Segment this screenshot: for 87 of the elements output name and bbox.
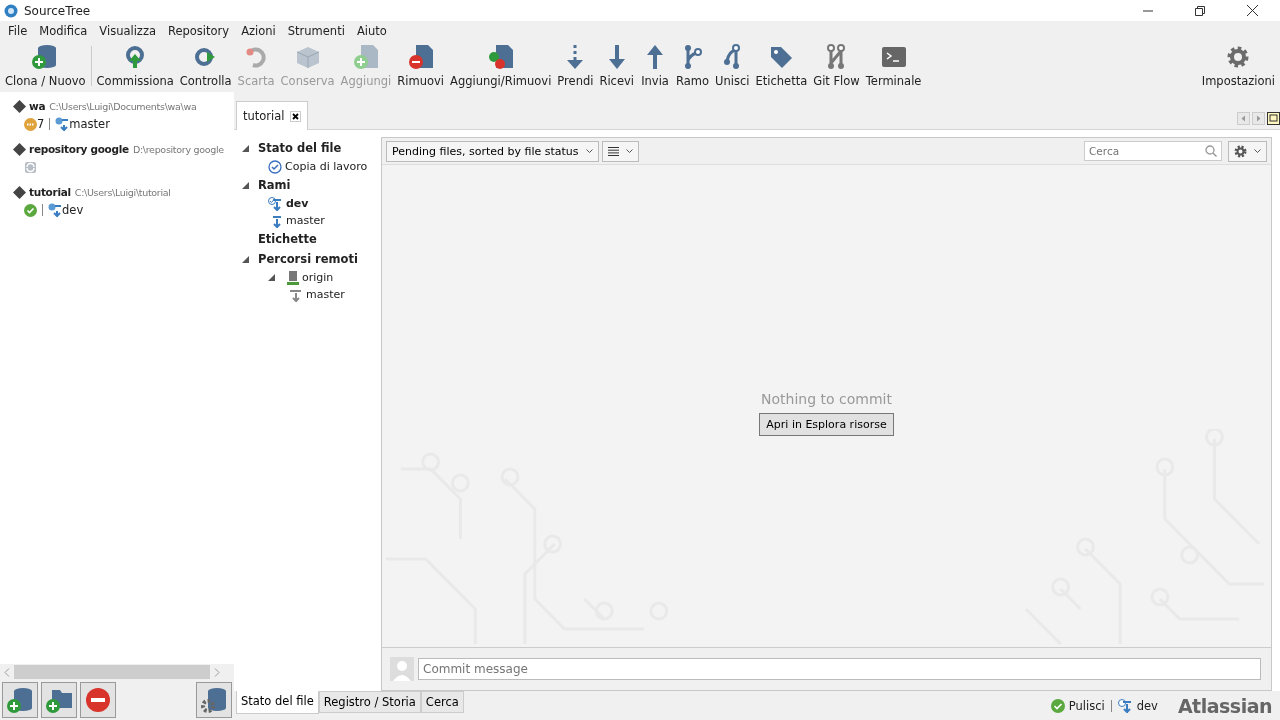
repository-path: C:\Users\Luigi\tutorial xyxy=(74,186,171,198)
sidebar-item[interactable]: origin xyxy=(302,271,334,284)
open-explorer-button[interactable]: Apri in Esplora risorse xyxy=(759,412,894,436)
empty-message: Nothing to commit xyxy=(761,390,892,407)
remote-branch-icon xyxy=(288,287,303,302)
sidebar-section[interactable]: Percorsi remoti xyxy=(258,252,358,266)
toolbar-button[interactable]: Terminale xyxy=(862,40,925,92)
toolbar-button[interactable]: Clona / Nuovo xyxy=(2,40,89,92)
repository-name[interactable]: repository google xyxy=(29,143,129,155)
caret-icon xyxy=(625,149,633,153)
add-folder-button[interactable] xyxy=(41,682,77,718)
expanded-arrow-icon[interactable] xyxy=(242,255,249,263)
repository-settings-button[interactable] xyxy=(196,682,232,718)
window-list-icon[interactable] xyxy=(1267,112,1280,125)
sidebar-item[interactable]: Copia di lavoro xyxy=(285,160,368,173)
database-plus-icon xyxy=(5,686,35,714)
remove-repository-button[interactable] xyxy=(80,682,116,718)
sidebar-section[interactable]: Rami xyxy=(258,178,291,192)
computer-icon xyxy=(287,270,299,285)
git-diamond-icon xyxy=(13,99,26,113)
view-tab[interactable]: Registro / Storia xyxy=(318,691,421,713)
toolbar-button[interactable]: Prendi xyxy=(554,40,597,92)
commit-message-field[interactable]: Commit message xyxy=(418,658,1261,680)
toolbar-button[interactable]: Git Flow xyxy=(810,40,863,92)
repository-tab[interactable]: tutorial xyxy=(236,101,308,130)
toolbar-button[interactable]: Unisci xyxy=(712,40,753,92)
git-diamond-icon xyxy=(13,185,26,199)
repository-path: C:\Users\Luigi\Documents\wa\wa xyxy=(49,100,197,112)
database-gear-icon xyxy=(199,686,229,714)
minus-circle-icon xyxy=(85,687,111,713)
filter-dropdown[interactable]: Pending files, sorted by file status xyxy=(386,140,599,162)
menu-item[interactable]: Strumenti xyxy=(281,23,351,38)
toolbar-button[interactable]: Commissiona xyxy=(93,40,177,92)
expanded-arrow-icon[interactable] xyxy=(268,274,275,281)
toolbar-button[interactable]: Controlla xyxy=(176,40,235,92)
change-count: 7 xyxy=(37,117,45,131)
menu-item[interactable]: Azioni xyxy=(235,23,282,38)
list-icon xyxy=(607,146,619,156)
current-branch: dev xyxy=(1136,698,1158,713)
menu-item[interactable]: Aiuto xyxy=(350,23,393,38)
logo-text: Atlassian xyxy=(1177,694,1272,717)
sidebar-section[interactable]: Etichette xyxy=(258,232,317,246)
git-diamond-icon xyxy=(13,142,26,156)
check-circle-icon xyxy=(1050,698,1065,713)
view-mode-dropdown[interactable] xyxy=(601,140,639,162)
branch-icon xyxy=(55,117,70,131)
check-circle-icon xyxy=(268,159,282,174)
toolbar-button[interactable]: Aggiungi/Rimuovi xyxy=(447,40,555,92)
branch-name: dev xyxy=(62,203,84,217)
sidebar-item[interactable]: master xyxy=(286,214,325,227)
toolbar-button[interactable]: Ricevi xyxy=(596,40,638,92)
toolbar-button[interactable]: Etichetta xyxy=(752,40,811,92)
close-icon[interactable] xyxy=(1247,5,1258,16)
repository-name[interactable]: tutorial xyxy=(29,186,71,198)
sidebar-item[interactable]: master xyxy=(306,288,345,301)
toolbar-button[interactable]: Ramo xyxy=(673,40,713,92)
current-branch-icon xyxy=(1117,698,1133,713)
branch-name: master xyxy=(69,117,110,131)
window-title: SourceTree xyxy=(24,3,91,18)
add-repository-button[interactable] xyxy=(2,682,38,718)
settings-button[interactable]: Impostazioni xyxy=(1198,40,1278,92)
search-field[interactable]: Cerca xyxy=(1084,141,1222,161)
status-text: Pulisci xyxy=(1068,698,1105,713)
branch-icon xyxy=(48,203,62,217)
sidebar-section[interactable]: Stato del file xyxy=(258,141,342,155)
expanded-arrow-icon[interactable] xyxy=(242,181,249,189)
view-tab[interactable]: Stato del file xyxy=(236,691,319,714)
view-tab[interactable]: Cerca xyxy=(420,691,464,713)
menu-item[interactable]: Modifica xyxy=(33,23,94,38)
repository-path: D:\repository google xyxy=(132,143,224,155)
expanded-arrow-icon[interactable] xyxy=(242,144,249,152)
app-logo-icon xyxy=(4,3,18,18)
toolbar-button[interactable]: Invia xyxy=(637,40,674,92)
menu-item[interactable]: Repository xyxy=(162,23,236,38)
gear-icon xyxy=(1234,144,1247,158)
toolbar-button[interactable]: Rimuovi xyxy=(394,40,448,92)
repository-name[interactable]: wa xyxy=(29,100,46,112)
caret-icon xyxy=(1254,149,1261,153)
scrollbar-thumb[interactable] xyxy=(14,665,210,679)
restore-icon[interactable] xyxy=(1195,5,1205,16)
menu-item[interactable]: File xyxy=(2,23,34,38)
menu-item[interactable]: Visualizza xyxy=(93,23,162,38)
search-icon xyxy=(1205,145,1217,157)
options-dropdown[interactable] xyxy=(1228,140,1267,162)
sidebar-item[interactable]: dev xyxy=(286,197,309,210)
caret-icon xyxy=(585,149,593,153)
avatar-icon xyxy=(390,657,414,681)
